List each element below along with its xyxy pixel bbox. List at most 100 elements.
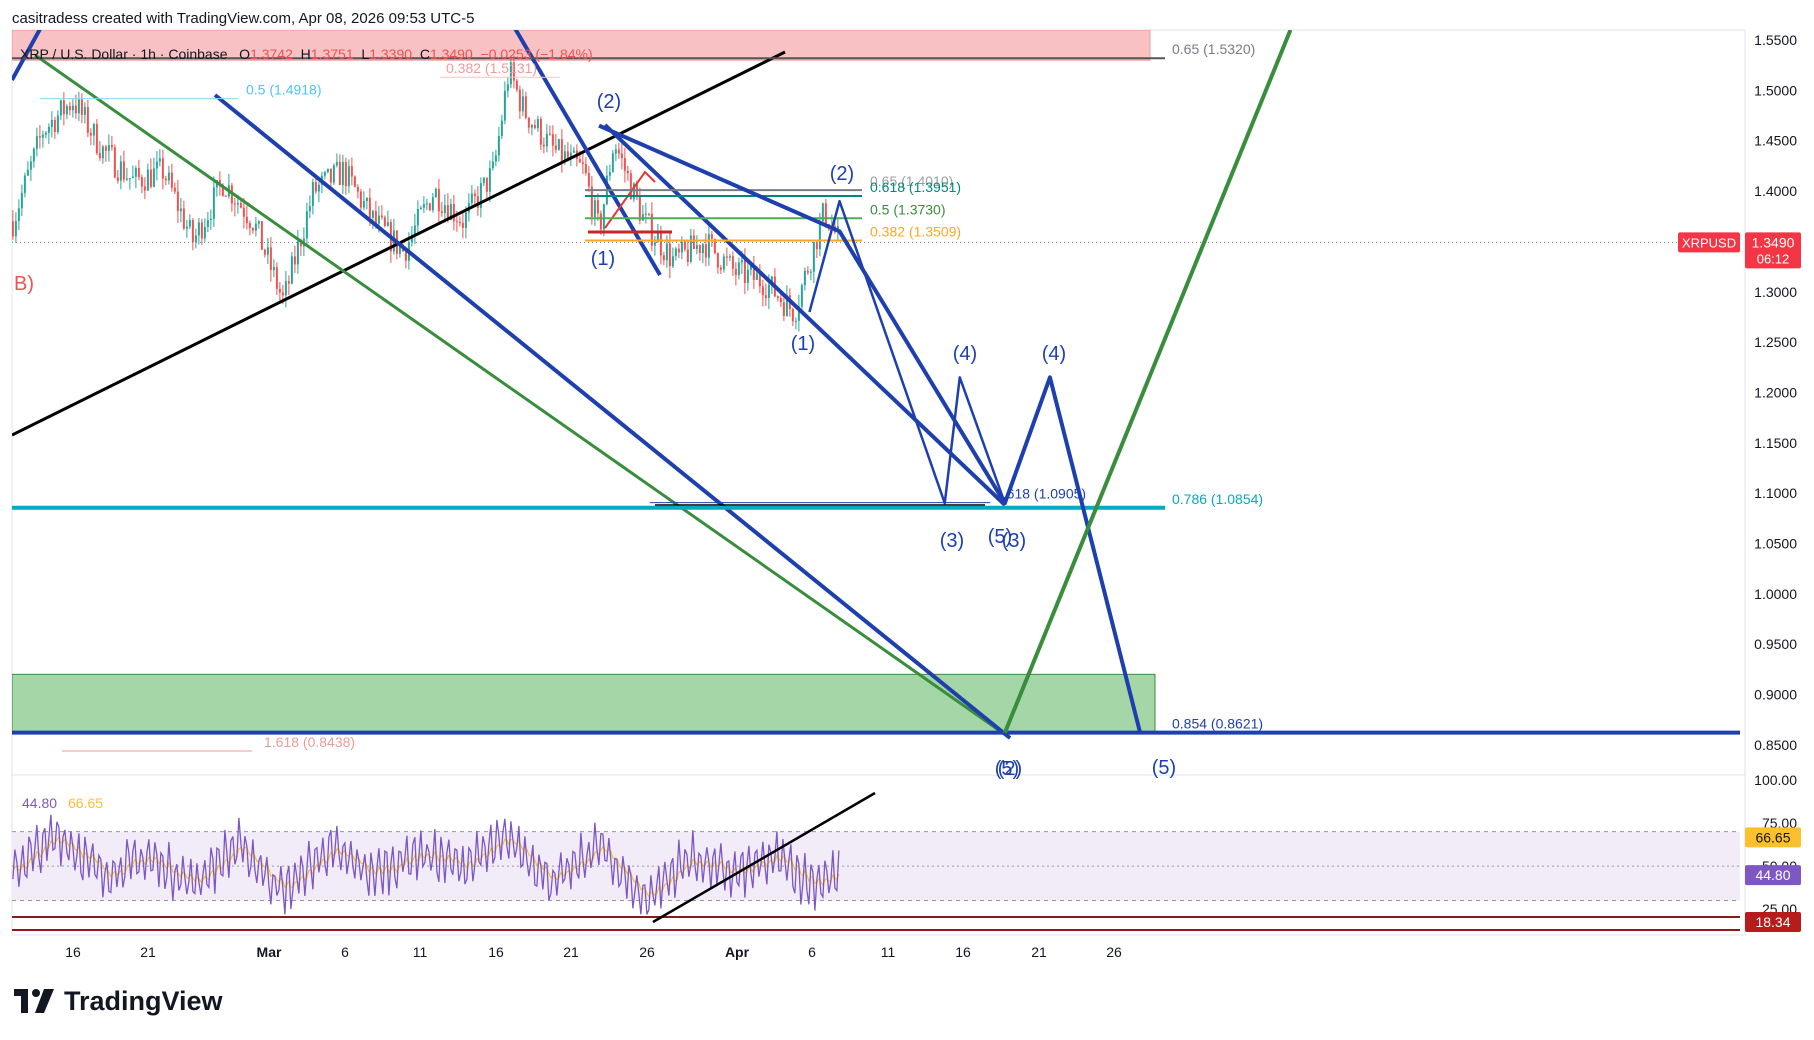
candle-body (776, 296, 779, 298)
candle-body (548, 133, 551, 135)
candle-body (623, 157, 626, 171)
candle-body (335, 161, 338, 166)
candle-body (278, 288, 281, 293)
candle-body (149, 169, 152, 187)
wave-label: (3) (940, 530, 964, 552)
candle-body (584, 163, 587, 173)
high-label: H (300, 46, 311, 62)
candle-body (140, 177, 143, 187)
candle-body (365, 197, 368, 202)
candle-body (428, 203, 431, 211)
candle-body (107, 145, 110, 151)
candle-body (338, 161, 341, 185)
candle-body (113, 147, 116, 178)
candle-body (101, 146, 104, 159)
candle-body (818, 221, 821, 250)
rsi-axis-label: 100.00 (1754, 772, 1797, 788)
tradingview-brand[interactable]: TradingView (14, 986, 223, 1016)
candle-body (77, 99, 80, 114)
candle-body (734, 268, 737, 275)
wave-label: (2) (830, 163, 854, 185)
candle-body (464, 212, 467, 228)
candle-body (803, 270, 806, 286)
time-axis-label: 6 (341, 944, 349, 960)
candle-body (620, 153, 623, 158)
candle-body (554, 145, 557, 150)
candle-body (206, 219, 209, 228)
candle-body (542, 144, 545, 147)
candle-body (458, 221, 461, 223)
fib-level-label: 0.382 (1.3509) (870, 224, 961, 240)
candle-body (443, 205, 446, 214)
chart-canvas[interactable]: 0.65 (1.5320) 0.5 (1.4918) 0.382 (1.5131) 0… (0, 0, 1814, 1040)
candle-body (353, 176, 356, 187)
candle-body (152, 168, 155, 187)
candle-body (812, 242, 815, 272)
fib-level-label: 0.854 (0.8621) (1172, 716, 1263, 732)
candle-body (755, 273, 758, 280)
candle-body (437, 189, 440, 212)
fib-level-label: 0.786 (1.0854) (1172, 491, 1263, 507)
time-axis-label: 11 (413, 944, 428, 960)
rsi-value-label: 44.80 (22, 795, 57, 811)
candle-body (470, 193, 473, 204)
candle-body (539, 118, 542, 145)
candle-body (143, 186, 146, 191)
trend-line-green (34, 53, 1011, 740)
candle-body (203, 227, 206, 239)
candle-body (767, 284, 770, 298)
price-axis-label: 0.9500 (1754, 636, 1797, 652)
candle-body (242, 207, 245, 217)
time-axis-label: 16 (65, 944, 81, 960)
candle-body (779, 297, 782, 303)
fib-level-label: 1.618 (1.0905) (995, 486, 1086, 502)
candle-body (671, 256, 674, 267)
candle-body (368, 197, 371, 218)
close-label: C (419, 46, 430, 62)
candle-body (182, 208, 185, 229)
candle-body (647, 213, 650, 215)
candle-body (425, 203, 428, 205)
candle-body (533, 124, 536, 129)
time-axis-label: 16 (955, 944, 971, 960)
candle-body (314, 182, 317, 192)
candle-body (560, 139, 563, 162)
candle-body (782, 302, 785, 317)
candle-body (596, 200, 599, 214)
candle-body (194, 235, 197, 243)
candle-body (311, 182, 314, 207)
candle-body (551, 134, 554, 146)
candle-body (62, 100, 65, 115)
candle-body (347, 166, 350, 187)
symbol-title[interactable]: XRP / U.S. Dollar · 1h · Coinbase (20, 46, 228, 62)
candle-body (614, 149, 617, 154)
candle-body (137, 168, 140, 178)
price-axis-label: 1.2500 (1754, 334, 1797, 350)
candle-body (224, 195, 227, 197)
price-axis-label: 1.5000 (1754, 82, 1797, 98)
candle-body (761, 286, 764, 296)
open-value: 1.3742 (250, 46, 293, 62)
candle-body (491, 161, 494, 169)
candle-body (362, 201, 365, 208)
candle-body (719, 267, 722, 270)
candle-body (80, 99, 83, 115)
candle-body (617, 149, 620, 154)
candle-body (317, 184, 320, 192)
candle-body (14, 220, 17, 237)
candle-body (122, 161, 125, 180)
candle-body (380, 215, 383, 218)
candle-body (791, 309, 794, 322)
candle-body (494, 155, 497, 162)
candle-body (308, 206, 311, 212)
time-axis-label: 26 (1106, 944, 1122, 960)
candle-body (809, 271, 812, 273)
candle-body (179, 208, 182, 212)
candle-body (323, 172, 326, 176)
close-value: 1.3490 (429, 46, 473, 62)
candle-body (434, 189, 437, 198)
candle-body (296, 241, 299, 265)
candle-body (284, 281, 287, 296)
candle-body (725, 256, 728, 258)
open-label: O (239, 46, 251, 62)
